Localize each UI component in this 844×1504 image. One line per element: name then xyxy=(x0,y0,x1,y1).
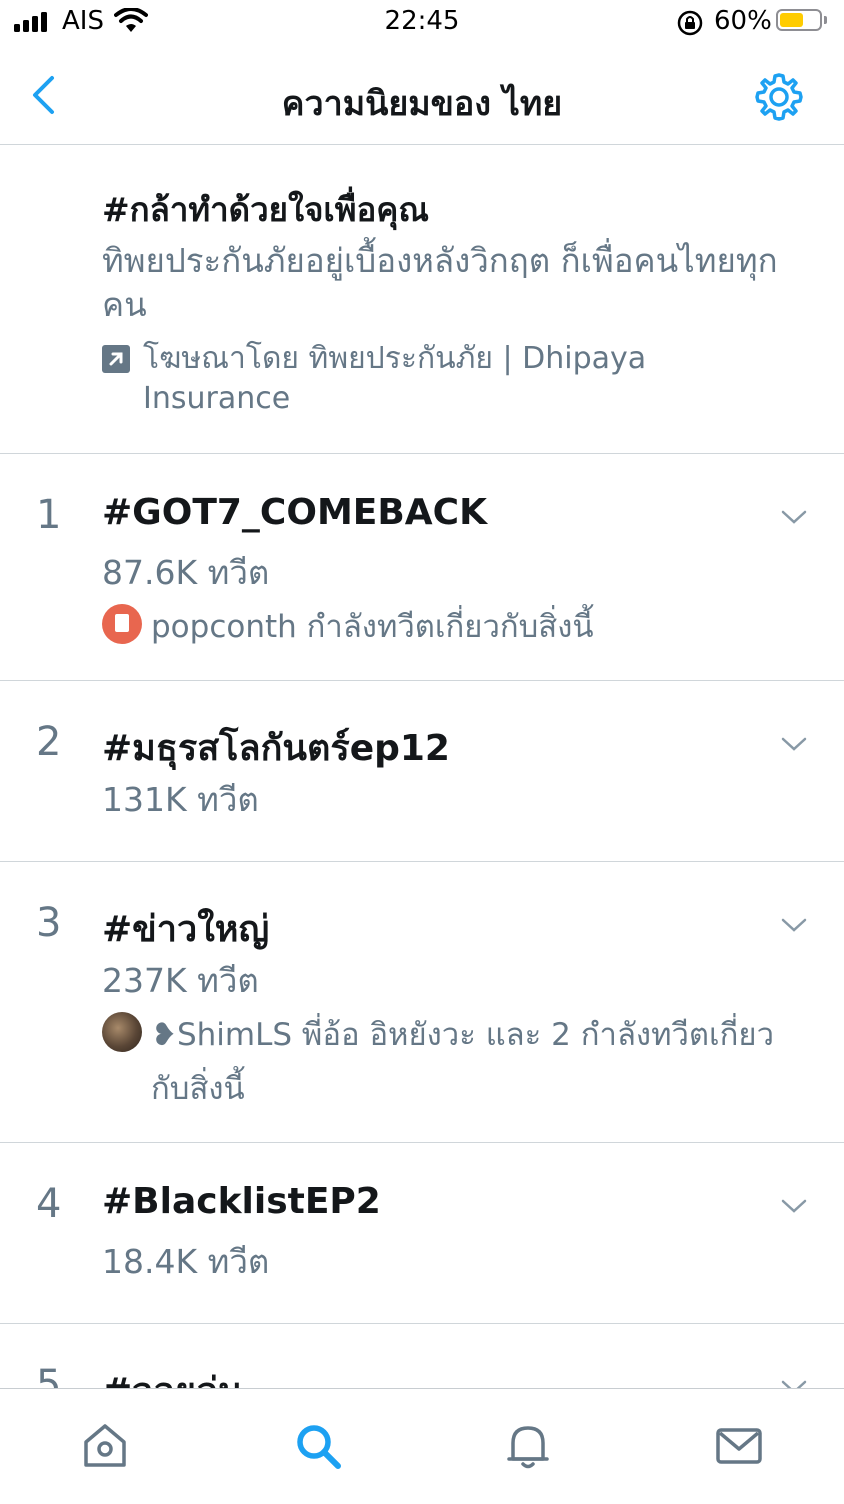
search-icon[interactable] xyxy=(293,1421,343,1471)
trend-rank: 4 xyxy=(36,1181,62,1227)
status-bar: AIS 22:45 60% xyxy=(0,0,844,46)
battery-cap xyxy=(824,16,827,24)
gear-icon[interactable] xyxy=(754,72,804,122)
avatar xyxy=(102,604,142,644)
messages-icon[interactable] xyxy=(714,1421,764,1471)
trend-rank: 2 xyxy=(36,719,62,765)
page-title: ความนิยมของ ไทย xyxy=(281,84,563,124)
trend-name: #ข่าวใหญ่ xyxy=(102,909,270,950)
battery-percent: 60% xyxy=(714,6,772,36)
trend-rank: 1 xyxy=(36,492,62,538)
trend-tweet-count: 237K ทวีต xyxy=(102,961,259,1000)
trend-context: popconth กำลังทวีตเกี่ยวกับสิ่งนี้ xyxy=(102,600,792,654)
trend-item[interactable]: 3 #ข่าวใหญ่ 237K ทวีต ❥ShimLS พี่อ้อ อิห… xyxy=(0,862,844,1143)
promoted-trend[interactable]: #กล้าทำด้วยใจเพื่อคุณ ทิพยประกันภัยอยู่เ… xyxy=(0,145,844,454)
home-icon[interactable] xyxy=(80,1421,130,1471)
trend-name: #มธุรสโลกันตร์ep12 xyxy=(102,728,450,769)
trend-name: #BlacklistEP2 xyxy=(102,1181,381,1222)
chevron-down-icon[interactable] xyxy=(780,508,808,526)
promoted-arrow-icon xyxy=(102,345,130,373)
chevron-down-icon[interactable] xyxy=(780,735,808,753)
navigation-bar: ความนิยมของ ไทย xyxy=(0,46,844,145)
promoted-hashtag: #กล้าทำด้วยใจเพื่อคุณ xyxy=(102,190,429,229)
trend-tweet-count: 131K ทวีต xyxy=(102,780,259,819)
battery-icon xyxy=(776,9,822,31)
avatar xyxy=(102,1012,142,1052)
promoted-by-label: โฆษณาโดย ทิพยประกันภัย | Dhipaya Insuran… xyxy=(143,341,647,416)
chevron-down-icon[interactable] xyxy=(780,916,808,934)
trend-name: #GOT7_COMEBACK xyxy=(102,492,487,533)
notifications-icon[interactable] xyxy=(503,1421,553,1471)
rotation-lock-icon xyxy=(677,10,703,36)
chevron-down-icon[interactable] xyxy=(780,1197,808,1215)
trend-context-text: popconth กำลังทวีตเกี่ยวกับสิ่งนี้ xyxy=(151,609,594,645)
tab-bar xyxy=(0,1388,844,1501)
trend-rank: 3 xyxy=(36,900,62,946)
trend-item[interactable]: 2 #มธุรสโลกันตร์ep12 131K ทวีต xyxy=(0,681,844,862)
promoted-description: ทิพยประกันภัยอยู่เบื้องหลังวิกฤต ก็เพื่อ… xyxy=(102,241,778,324)
trend-item[interactable]: 1 #GOT7_COMEBACK 87.6K ทวีต popconth กำล… xyxy=(0,454,844,681)
trend-tweet-count: 18.4K ทวีต xyxy=(102,1242,270,1281)
trend-context: ❥ShimLS พี่อ้อ อิหยังวะ และ 2 กำลังทวีตเ… xyxy=(102,1008,792,1116)
battery-level xyxy=(780,13,803,27)
trend-context-text: ❥ShimLS พี่อ้อ อิหยังวะ และ 2 กำลังทวีตเ… xyxy=(151,1017,774,1107)
trend-item[interactable]: 4 #BlacklistEP2 18.4K ทวีต xyxy=(0,1143,844,1324)
trend-tweet-count: 87.6K ทวีต xyxy=(102,553,270,592)
